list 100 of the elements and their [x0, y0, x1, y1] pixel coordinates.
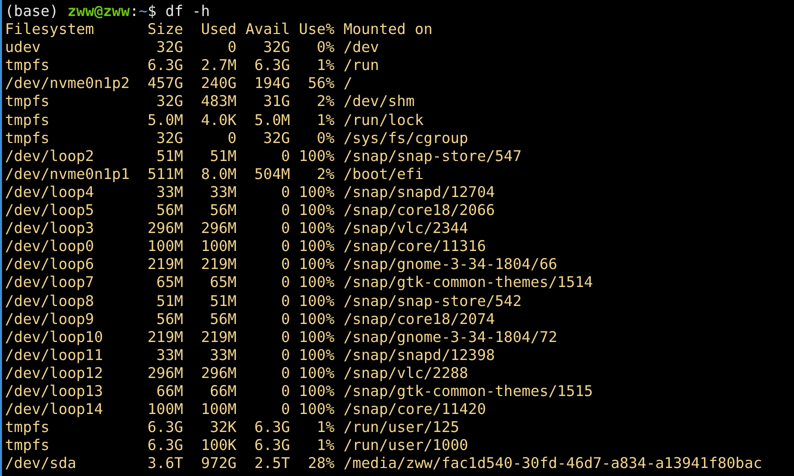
table-cell-text: tmpfs: [5, 57, 51, 76]
table-cell-text: tmpfs: [5, 112, 51, 130]
table-cell-text: 0: [280, 310, 290, 329]
table-cell-text: 219M: [200, 256, 237, 274]
table-cell-text: /dev/loop8: [5, 292, 96, 311]
table-cell-text: 0: [280, 220, 290, 238]
table-cell-text: 0: [280, 184, 290, 202]
table-cell-text: 0: [280, 256, 290, 274]
table-cell-text: tmpfs: [5, 419, 51, 438]
table-cell-text: 100%: [298, 256, 335, 274]
table-cell-text: /snap/vlc/2288: [342, 364, 470, 383]
column-header: Mounted on: [342, 21, 434, 40]
table-cell-text: 33M: [155, 184, 184, 202]
table-cell-text: 51M: [208, 148, 237, 166]
table-cell-text: 31G: [262, 93, 290, 112]
table-cell-text: 33M: [208, 184, 237, 202]
table-cell-text: 2.5T: [253, 455, 290, 474]
table-cell-text: /dev: [342, 39, 380, 58]
table-cell-text: /dev/loop4: [5, 184, 96, 202]
table-cell-text: /dev/loop12: [5, 364, 104, 383]
table-cell-text: 296M: [146, 220, 184, 238]
table-cell-text: 100M: [200, 401, 237, 420]
table-cell-text: 0: [226, 39, 237, 58]
table-cell-text: 0: [280, 401, 290, 420]
table-cell-text: tmpfs: [5, 130, 51, 148]
table-cell-text: /snap/snap-store/547: [342, 148, 523, 166]
table-cell-text: tmpfs: [5, 437, 51, 456]
table-cell-text: 5.0M: [146, 112, 184, 130]
table-cell: /dev/nvme0n1p2: [5, 75, 130, 94]
table-cell-text: 32G: [262, 39, 290, 58]
column-header: Size: [146, 21, 184, 40]
table-cell-text: /snap/gnome-3-34-1804/66: [342, 256, 558, 274]
table-cell-text: 0: [280, 148, 290, 166]
table-cell-text: 100%: [298, 148, 335, 166]
table-cell-text: 6.3G: [146, 419, 184, 438]
table-cell-text: 100%: [298, 346, 335, 365]
table-cell-text: 65M: [208, 274, 237, 292]
table-cell-text: /dev/shm: [342, 93, 416, 112]
table-cell-text: 32G: [155, 130, 184, 148]
table-cell-text: udev: [5, 39, 42, 58]
column-header: Avail: [244, 21, 290, 40]
table-cell-text: /dev/loop6: [5, 256, 96, 274]
table-cell-text: 219M: [200, 328, 237, 347]
table-cell-text: 32G: [155, 93, 184, 112]
table-cell-text: 2%: [316, 93, 335, 112]
prompt-symbol: $: [148, 3, 156, 22]
column-header: Filesystem: [5, 21, 96, 40]
table-cell-text: 56M: [155, 310, 184, 329]
table-cell-text: /snap/core18/2074: [342, 310, 496, 329]
table-cell-text: 33M: [208, 346, 237, 365]
table-cell-text: 240G: [200, 75, 237, 94]
table-cell-text: 6.3G: [146, 57, 184, 76]
table-cell-text: 51M: [155, 148, 184, 166]
table-cell-text: 56M: [155, 202, 184, 220]
table-cell-text: /dev/loop14: [5, 401, 104, 420]
table-cell-text: 100%: [298, 238, 335, 256]
table-cell-text: /run/user/125: [342, 419, 460, 438]
table-cell-text: 511M: [146, 166, 184, 184]
table-cell-text: 65M: [155, 274, 184, 292]
table-cell-text: 2.7M: [200, 57, 237, 76]
column-header: Use%: [298, 21, 335, 40]
table-cell-text: 33M: [155, 346, 184, 365]
table-cell-text: 0: [280, 238, 290, 256]
table-cell-text: /snap/core/11420: [342, 401, 487, 420]
table-cell-text: 100%: [298, 310, 335, 329]
table-cell-text: 51M: [155, 292, 184, 311]
table-cell-text: /snap/vlc/2344: [342, 220, 470, 238]
table-cell-text: /snap/gtk-common-themes/1514: [342, 274, 594, 292]
current-directory: ~: [138, 3, 148, 22]
table-cell-text: /run/user/1000: [342, 437, 470, 456]
table-cell-text: 2%: [316, 166, 335, 184]
table-cell-text: /dev/loop11: [5, 346, 104, 365]
table-cell-text: /dev/loop10: [5, 328, 104, 347]
table-cell-text: 1%: [316, 57, 335, 76]
table-cell-text: 32G: [155, 39, 184, 58]
table-cell-text: 0: [280, 382, 290, 402]
table-cell-text: 1%: [316, 112, 335, 130]
table-cell-text: 296M: [200, 220, 237, 238]
table-cell-text: /dev/loop13: [5, 382, 104, 402]
table-cell-text: 0: [280, 274, 290, 292]
table-cell-text: 51M: [208, 292, 237, 311]
table-cell-text: 0: [280, 202, 290, 220]
table-cell-text: 100%: [298, 292, 335, 311]
table-cell-text: /dev/loop9: [5, 310, 96, 329]
table-cell-text: 457G: [146, 75, 184, 94]
table-cell-text: 100%: [298, 202, 335, 220]
table-cell-text: 219M: [146, 328, 184, 347]
table-cell-text: tmpfs: [5, 93, 51, 112]
table-cell-text: 1%: [316, 437, 335, 456]
table-cell-text: 296M: [146, 364, 184, 383]
table-cell-text: 296M: [200, 364, 237, 383]
table-cell-text: /snap/snapd/12704: [342, 184, 496, 202]
table-cell-text: 56%: [306, 75, 335, 94]
table-cell-text: 972G: [200, 455, 237, 474]
command-text: df -h: [165, 3, 210, 22]
table-cell-text: /boot/efi: [342, 166, 425, 184]
table-cell-text: /snap/snapd/12398: [342, 346, 496, 365]
table-cell-text: 5.0M: [253, 112, 290, 130]
table-cell-text: /run/lock: [342, 112, 425, 130]
table-cell-text: 100K: [200, 437, 237, 456]
